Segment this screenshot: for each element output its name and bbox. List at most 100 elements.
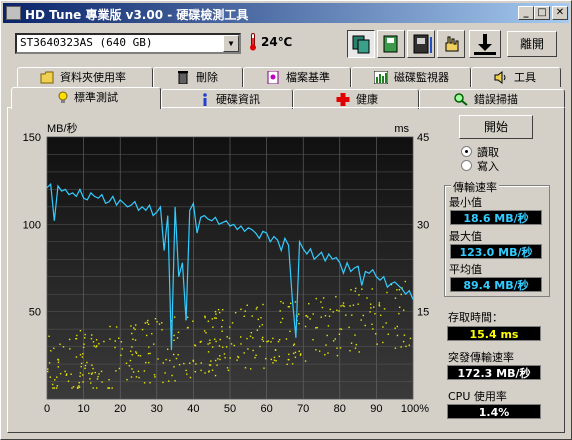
access-time-point	[143, 370, 146, 372]
access-time-point	[372, 328, 374, 330]
access-time-point	[394, 297, 397, 299]
access-time-point	[272, 362, 274, 364]
tab-folder-usage[interactable]: 資料夾使用率	[17, 67, 153, 87]
access-time-point	[288, 353, 290, 356]
maximize-button[interactable]: □	[534, 6, 550, 20]
access-time-point	[79, 329, 82, 332]
write-radio[interactable]: 寫入	[461, 158, 541, 173]
save-icon	[383, 35, 398, 53]
access-time-point	[120, 341, 123, 343]
tab-benchmark[interactable]: 標準測試	[11, 87, 161, 109]
access-time-point	[76, 386, 79, 389]
access-time-point	[324, 353, 326, 356]
max-label: 最大值	[449, 230, 482, 243]
copy-button[interactable]	[347, 30, 375, 58]
access-time-point	[69, 348, 71, 350]
access-time-point	[396, 325, 398, 328]
tab-label: 標準測試	[74, 91, 118, 104]
disk-button[interactable]	[407, 30, 435, 58]
access-time-point	[292, 352, 295, 355]
access-time-point	[336, 309, 338, 311]
tab-delete[interactable]: 刪除	[153, 67, 243, 87]
title-bar[interactable]: HD Tune 專業版 v3.00 - 硬碟檢測工具 _ □ ✕	[3, 3, 569, 23]
read-radio[interactable]: 讀取	[461, 144, 541, 159]
access-time-point	[403, 334, 406, 336]
access-time-point	[133, 327, 135, 329]
access-time-point	[115, 370, 117, 372]
access-time-point	[75, 356, 78, 358]
access-time-point	[394, 327, 396, 329]
access-time-point	[273, 356, 276, 359]
access-time-point	[286, 363, 288, 366]
burst-rate-label: 突發傳輸速率	[448, 351, 514, 364]
min-value: 18.6 MB/秒	[450, 210, 542, 225]
access-time-point	[76, 334, 78, 337]
access-time-point	[339, 328, 341, 330]
access-time-point	[75, 337, 77, 340]
access-time-point	[221, 346, 224, 348]
access-time-point	[387, 333, 389, 335]
access-time-point	[93, 345, 95, 347]
save-button[interactable]	[377, 30, 405, 58]
tab-error-scan[interactable]: 錯誤掃描	[419, 89, 565, 109]
read-radio-dot[interactable]	[461, 146, 472, 157]
exit-button[interactable]: 離開	[507, 31, 557, 57]
access-time-point	[161, 322, 163, 324]
access-time-point	[254, 356, 256, 359]
access-time-point	[342, 302, 345, 304]
close-button[interactable]: ✕	[552, 6, 568, 20]
access-time-point	[200, 362, 202, 364]
access-time-point	[92, 341, 95, 343]
tab-disk-info[interactable]: 硬碟資訊	[161, 89, 293, 109]
temperature-value: 24℃	[261, 35, 293, 49]
drive-select[interactable]: ST3640323AS (640 GB) ▼	[15, 33, 241, 54]
access-time-point	[357, 303, 359, 305]
tab-disk-monitor[interactable]: 磁碟監視器	[351, 67, 471, 87]
access-time-point	[243, 315, 245, 317]
download-button[interactable]	[469, 30, 501, 58]
write-radio-dot[interactable]	[461, 160, 472, 171]
access-time-point	[131, 332, 133, 335]
y2-tick-label: 30	[417, 219, 429, 231]
access-time-point	[275, 360, 277, 362]
access-time-point	[218, 311, 221, 314]
access-time-point	[203, 330, 206, 332]
access-time-point	[167, 380, 170, 382]
access-time-point	[273, 359, 276, 361]
options-button[interactable]	[437, 30, 465, 58]
access-time-point	[172, 353, 175, 356]
access-time-point	[277, 340, 280, 343]
thermometer-icon	[250, 33, 256, 51]
access-time-point	[111, 387, 113, 389]
access-time-point	[362, 314, 365, 317]
access-time-point	[194, 370, 197, 373]
access-time-point	[375, 333, 377, 335]
access-time-point	[64, 370, 66, 373]
access-time-point	[240, 308, 242, 311]
start-button[interactable]: 開始	[459, 115, 533, 139]
access-time-point	[101, 381, 103, 383]
access-time-point	[289, 330, 291, 333]
access-time-point	[258, 325, 261, 328]
access-time-point	[320, 316, 322, 318]
access-time-point	[90, 382, 92, 384]
access-time-point	[252, 337, 254, 339]
chevron-down-icon[interactable]: ▼	[223, 35, 239, 52]
access-time-point	[288, 358, 290, 361]
access-time-point	[129, 350, 132, 352]
access-time-point	[380, 314, 382, 317]
access-time-point	[128, 365, 131, 367]
access-time-point	[400, 346, 402, 348]
access-time-point	[257, 318, 260, 321]
tab-health[interactable]: 健康	[293, 89, 419, 109]
tab-tools[interactable]: 工具	[471, 67, 561, 87]
cpu-usage-label: CPU 使用率	[448, 390, 507, 403]
access-time-point	[249, 335, 252, 337]
tab-file-benchmark[interactable]: 檔案基準	[243, 67, 351, 87]
access-time-point	[221, 319, 224, 322]
disk-icon	[413, 34, 432, 54]
minimize-button[interactable]: _	[518, 6, 534, 20]
access-time-point	[338, 310, 340, 312]
access-time-label: 存取時間：	[448, 311, 503, 324]
access-time-point	[53, 347, 55, 350]
